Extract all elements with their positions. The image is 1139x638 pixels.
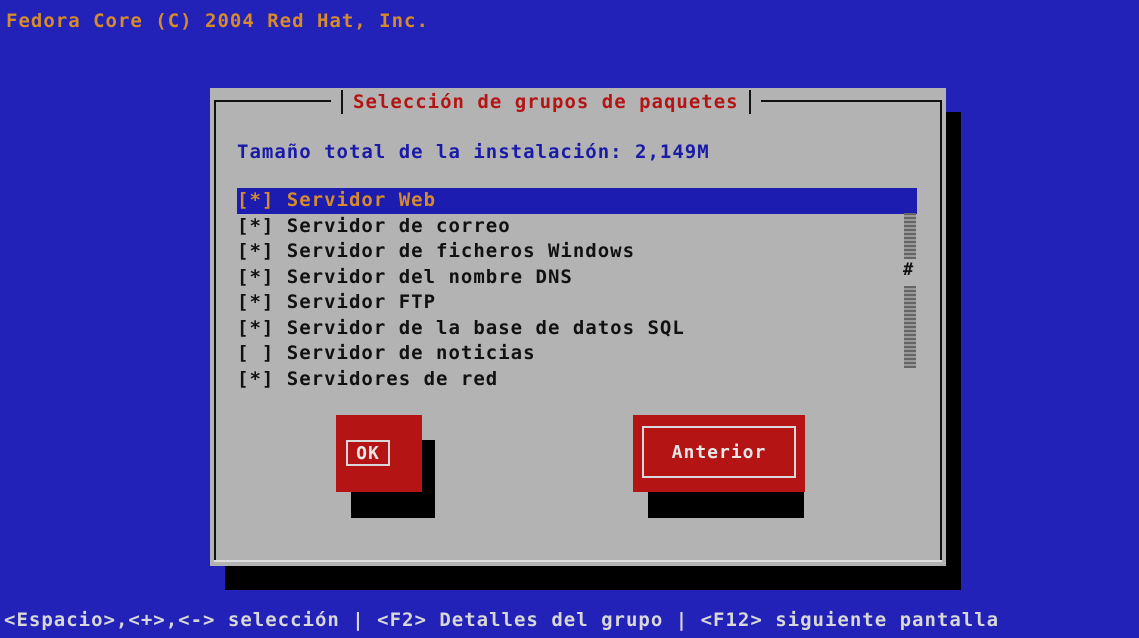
package-item-servidor-web[interactable]: [*] Servidor Web <box>237 188 917 214</box>
dialog-title-box: Selección de grupos de paquetes <box>331 88 761 116</box>
title-bar-right <box>748 90 751 114</box>
package-item-servidor-dns[interactable]: [*] Servidor del nombre DNS <box>237 265 917 291</box>
package-group-dialog: Selección de grupos de paquetes Tamaño t… <box>210 88 946 566</box>
package-group-list[interactable]: [*] Servidor Web [*] Servidor de correo … <box>237 188 917 392</box>
keyboard-hint-bar: <Espacio>,<+>,<-> selección | <F2> Detal… <box>4 609 1000 631</box>
package-item-servidor-de-noticias[interactable]: [ ] Servidor de noticias <box>237 341 917 367</box>
back-button[interactable]: Anterior <box>633 415 805 492</box>
dialog-frame-bottom <box>214 560 942 562</box>
scrollbar-track-upper[interactable] <box>904 213 916 259</box>
ok-button[interactable]: OK <box>336 415 422 492</box>
package-item-servidores-de-red[interactable]: [*] Servidores de red <box>237 367 917 393</box>
dialog-title: Selección de grupos de paquetes <box>353 91 739 113</box>
package-list-scrollbar[interactable]: # <box>903 213 916 368</box>
install-size-label: Tamaño total de la instalación: 2,149M <box>237 141 710 163</box>
scrollbar-thumb[interactable]: # <box>903 260 913 280</box>
back-button-label[interactable]: Anterior <box>642 426 796 478</box>
scrollbar-track-lower[interactable] <box>904 286 916 368</box>
package-item-servidor-de-correo[interactable]: [*] Servidor de correo <box>237 214 917 240</box>
package-item-servidor-sql[interactable]: [*] Servidor de la base de datos SQL <box>237 316 917 342</box>
ok-button-label[interactable]: OK <box>346 440 390 466</box>
installer-banner: Fedora Core (C) 2004 Red Hat, Inc. <box>6 10 429 32</box>
package-item-servidor-ftp[interactable]: [*] Servidor FTP <box>237 290 917 316</box>
dialog-frame-right <box>940 100 942 562</box>
dialog-frame-left <box>214 100 216 562</box>
package-item-servidor-de-ficheros-windows[interactable]: [*] Servidor de ficheros Windows <box>237 239 917 265</box>
